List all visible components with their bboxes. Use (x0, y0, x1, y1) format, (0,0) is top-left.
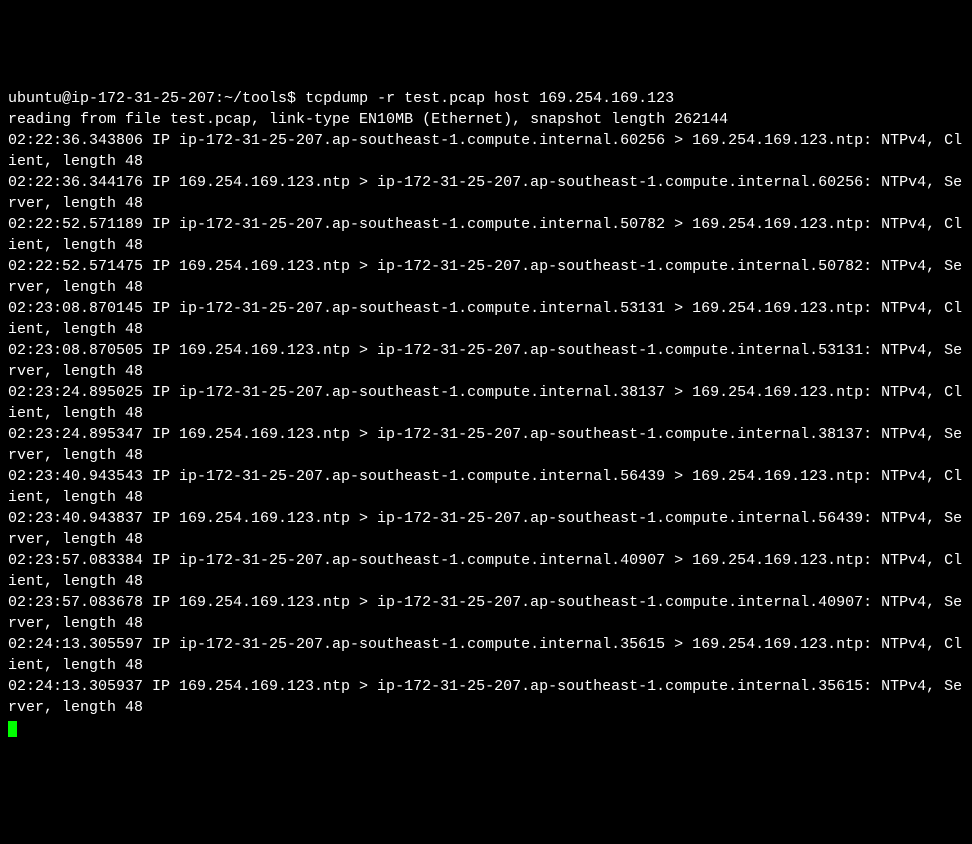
output-header: reading from file test.pcap, link-type E… (8, 111, 728, 128)
command-text: tcpdump -r test.pcap host 169.254.169.12… (305, 90, 674, 107)
shell-prompt: ubuntu@ip-172-31-25-207:~/tools$ (8, 90, 305, 107)
terminal-output[interactable]: ubuntu@ip-172-31-25-207:~/tools$ tcpdump… (8, 88, 964, 739)
cursor (8, 721, 17, 737)
packet-list: 02:22:36.343806 IP ip-172-31-25-207.ap-s… (8, 130, 964, 718)
